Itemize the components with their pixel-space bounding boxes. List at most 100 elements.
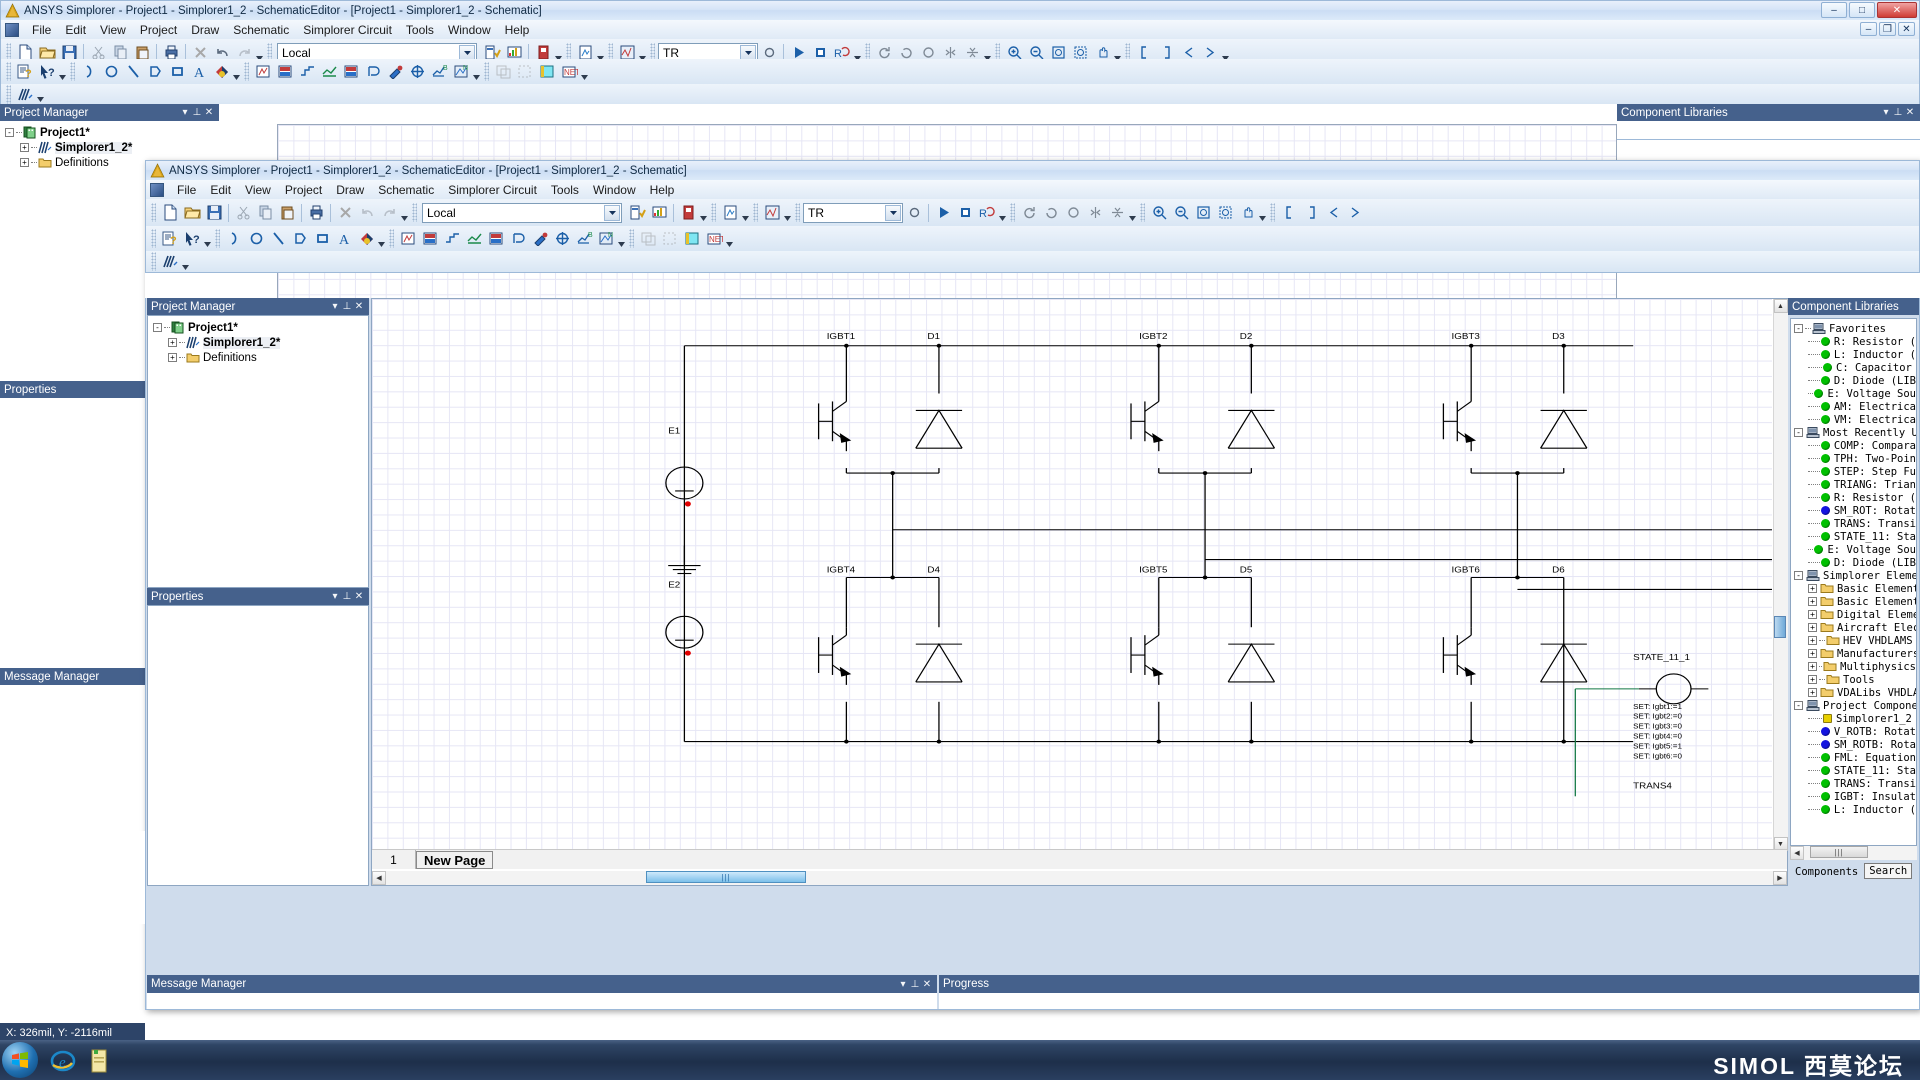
library-folder-row[interactable]: +Aircraft Elec [1794, 621, 1916, 634]
inner-menu-view[interactable]: View [238, 182, 278, 198]
internet-explorer-icon[interactable]: e [48, 1046, 78, 1076]
scroll-left-icon[interactable]: ◀ [372, 871, 386, 885]
chevron-down-icon[interactable] [604, 205, 620, 221]
toolbar-overflow-icon[interactable] [36, 83, 45, 105]
inner-menu-simplorer-circuit[interactable]: Simplorer Circuit [441, 182, 544, 198]
panel-close-icon[interactable]: ✕ [1904, 107, 1916, 118]
toolbar-grip[interactable] [753, 203, 758, 222]
plot-step-button[interactable] [296, 61, 318, 83]
explorer-icon[interactable] [84, 1046, 114, 1076]
library-group-row[interactable]: -Most Recently Use [1794, 426, 1916, 439]
outer-maximize-button[interactable]: □ [1849, 2, 1875, 18]
plot-b-button[interactable]: B [428, 61, 450, 83]
zoom-in-button[interactable] [1148, 202, 1170, 224]
ground-node-button[interactable] [551, 228, 573, 250]
outer-menu-view[interactable]: View [93, 22, 133, 38]
library-item-row[interactable]: STEP: Step Fu [1794, 465, 1916, 478]
cut-button[interactable] [232, 202, 254, 224]
library-folder-row[interactable]: +VDALibs VHDLAM [1794, 686, 1916, 699]
toolbar-grip[interactable] [151, 229, 156, 248]
tree-expander-icon[interactable]: - [1794, 571, 1803, 580]
outer-menu-edit[interactable]: Edit [58, 22, 93, 38]
report-button[interactable] [719, 202, 741, 224]
outer-menu-file[interactable]: File [25, 22, 58, 38]
flip-button[interactable] [1106, 202, 1128, 224]
outer-menu-tools[interactable]: Tools [399, 22, 441, 38]
toolbar-grip[interactable] [215, 229, 220, 248]
panel-menu-icon[interactable]: ▾ [329, 591, 341, 602]
toolbar-overflow-icon[interactable] [1258, 202, 1267, 224]
library-item-row[interactable]: AM: Electrica [1794, 400, 1916, 413]
draw-circle-button[interactable] [245, 228, 267, 250]
rerun-button[interactable]: R [976, 202, 998, 224]
undo-view-button[interactable] [1040, 202, 1062, 224]
parameter-button[interactable] [419, 228, 441, 250]
sheet-button[interactable] [681, 228, 703, 250]
toolbar-overflow-icon[interactable] [617, 228, 626, 250]
scroll-thumb[interactable] [1774, 616, 1786, 638]
inner-menu-edit[interactable]: Edit [203, 182, 238, 198]
toolbar-overflow-icon[interactable] [580, 61, 589, 83]
draw-arc-button[interactable] [223, 228, 245, 250]
probe-button[interactable] [384, 61, 406, 83]
toolbar-overflow-icon[interactable] [741, 202, 750, 224]
stop-button[interactable] [954, 202, 976, 224]
group-button[interactable] [492, 61, 514, 83]
inner-menu-window[interactable]: Window [586, 182, 643, 198]
tree-expander-icon[interactable]: + [168, 338, 177, 347]
tree-expander-icon[interactable]: + [1808, 636, 1817, 645]
bracket-left-button[interactable] [1278, 202, 1300, 224]
toolbar-grip[interactable] [795, 203, 800, 222]
toolbar-overflow-icon[interactable] [377, 228, 386, 250]
library-item-row[interactable]: FML: Equation [1794, 751, 1916, 764]
component-libraries-tree[interactable]: -FavoritesR: Resistor (L: Inductor (C: C… [1791, 319, 1916, 816]
place-component-button[interactable] [397, 228, 419, 250]
panel-pin-icon[interactable]: ⊥ [1892, 107, 1904, 118]
tree-item-simplorer1-2[interactable]: + Simplorer1_2* [150, 335, 366, 350]
library-item-row[interactable]: STATE_11: Sta [1794, 764, 1916, 777]
inner-menu-schematic[interactable]: Schematic [371, 182, 441, 198]
loop-button[interactable] [507, 228, 529, 250]
simplorer-design-button[interactable] [159, 251, 181, 273]
mdi-close-button[interactable]: ✕ [1898, 22, 1915, 36]
library-group-row[interactable]: -Favorites [1794, 322, 1916, 335]
netlist-button[interactable]: NET [703, 228, 725, 250]
simplorer-design-button[interactable] [14, 83, 36, 105]
toolbar-grip[interactable] [629, 229, 634, 248]
schematic-canvas[interactable]: IGBT1 IGBT2 IGBT3 D1 D2 D3 IGBT4 IGBT5 I… [372, 299, 1772, 851]
tree-item-simplorer1-2[interactable]: + Simplorer1_2* [2, 140, 217, 155]
scroll-right-icon[interactable]: ▶ [1773, 871, 1787, 885]
open-button[interactable] [181, 202, 203, 224]
library-item-row[interactable]: IGBT: Insulat [1794, 790, 1916, 803]
tree-expander-icon[interactable]: - [1794, 428, 1803, 437]
panel-close-icon[interactable]: ✕ [353, 591, 365, 602]
library-item-row[interactable]: E: Voltage Sou [1794, 387, 1916, 400]
scroll-up-icon[interactable]: ▲ [1774, 299, 1788, 313]
chevron-down-icon[interactable] [885, 205, 901, 221]
library-item-row[interactable]: R: Resistor ( [1794, 335, 1916, 348]
draw-rect-button[interactable] [166, 61, 188, 83]
plot-step-button[interactable] [441, 228, 463, 250]
parameter2-button[interactable] [485, 228, 507, 250]
pan-button[interactable] [1236, 202, 1258, 224]
tree-expander-icon[interactable]: + [1808, 688, 1817, 697]
library-item-row[interactable]: C: Capacitor [1794, 361, 1916, 374]
ungroup-button[interactable] [659, 228, 681, 250]
new-button[interactable] [159, 202, 181, 224]
outer-minimize-button[interactable]: – [1821, 2, 1847, 18]
toolbar-grip[interactable] [389, 229, 394, 248]
progress-body[interactable] [939, 993, 1919, 1009]
panel-pin-icon[interactable]: ⊥ [909, 979, 921, 990]
rotate-button[interactable] [1062, 202, 1084, 224]
redo-button[interactable] [378, 202, 400, 224]
schematic-vscrollbar[interactable]: ▲ ▼ [1773, 299, 1787, 851]
group-button[interactable] [637, 228, 659, 250]
windows-start-icon[interactable] [2, 1042, 38, 1078]
toolbar-grip[interactable] [6, 62, 11, 81]
sheet-button[interactable] [536, 61, 558, 83]
run-button[interactable] [932, 202, 954, 224]
print-button[interactable] [305, 202, 327, 224]
plot-area-button[interactable] [318, 61, 340, 83]
tree-expander-icon[interactable]: + [1808, 623, 1817, 632]
tab-search[interactable]: Search [1864, 863, 1912, 879]
